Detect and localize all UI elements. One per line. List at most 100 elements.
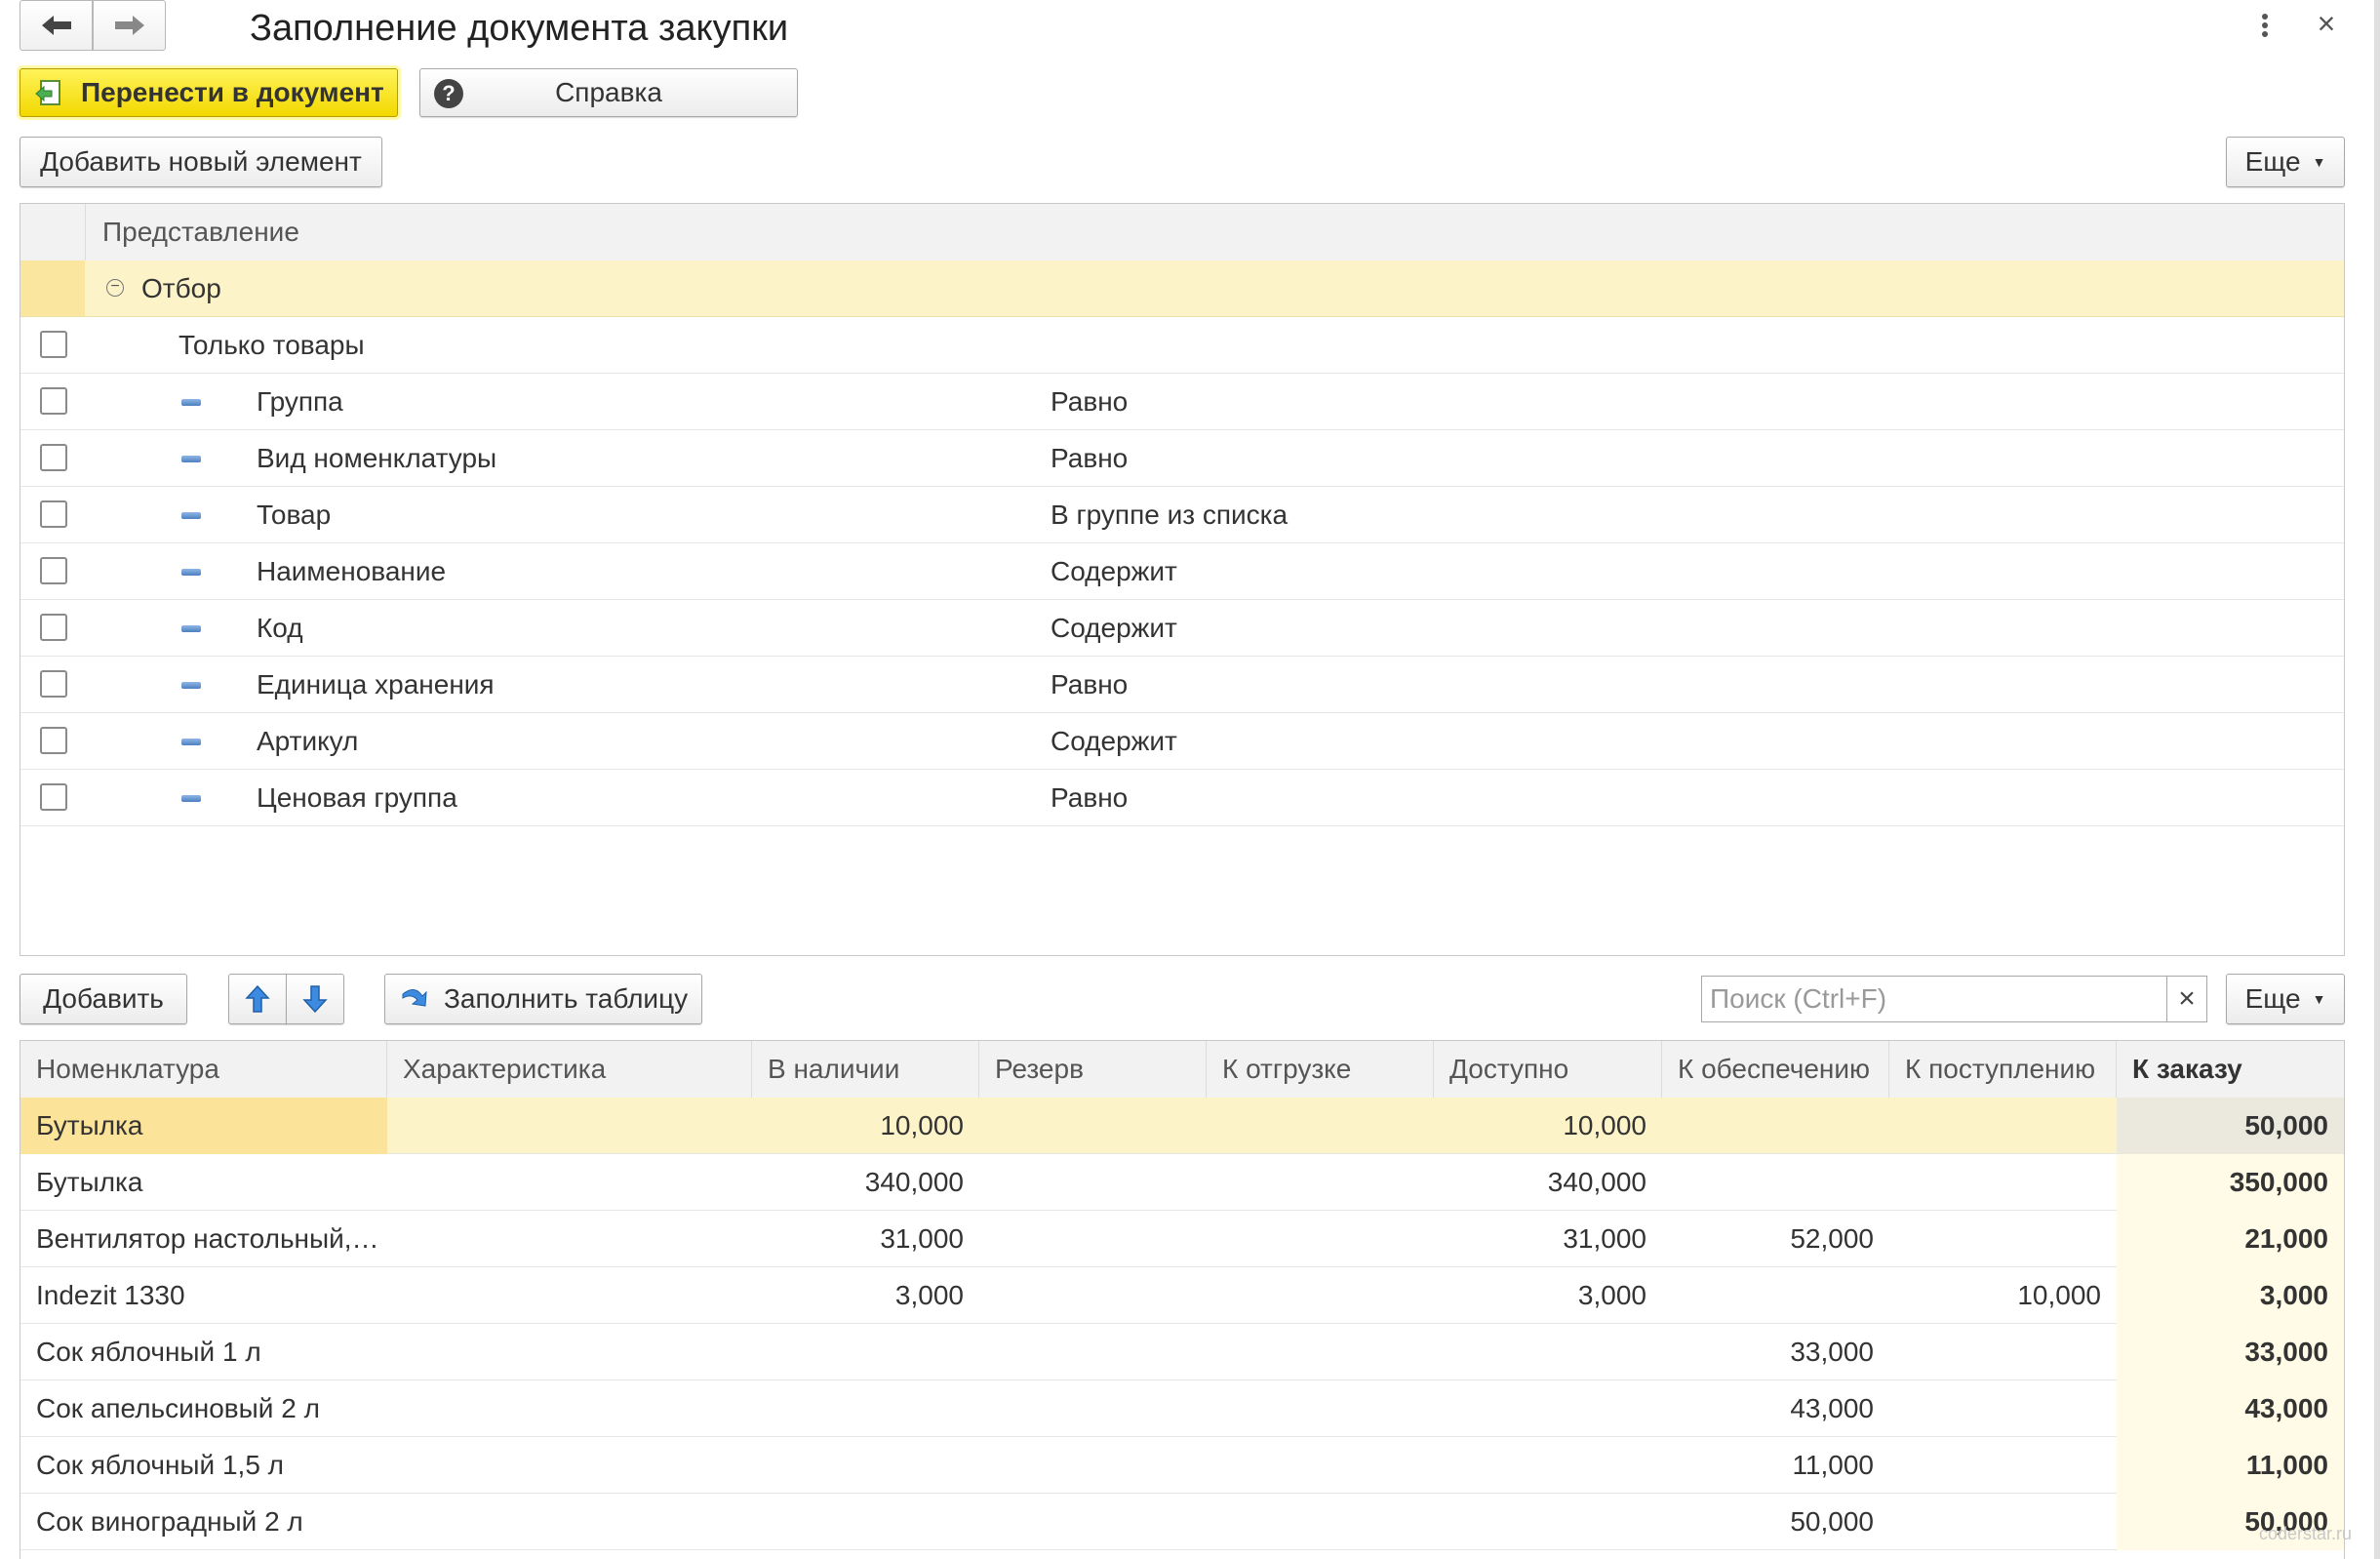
column-header[interactable]: К обеспечению bbox=[1662, 1041, 1889, 1098]
column-header[interactable]: Резерв bbox=[979, 1041, 1207, 1098]
cell-in-stock[interactable] bbox=[752, 1380, 979, 1437]
settings-row[interactable]: Ценовая группа Равно bbox=[20, 770, 2344, 826]
row-checkbox[interactable] bbox=[40, 331, 67, 358]
cell-available[interactable]: 340,000 bbox=[1434, 1154, 1662, 1211]
cell-to-ship[interactable] bbox=[1207, 1324, 1434, 1380]
row-checkbox[interactable] bbox=[40, 444, 67, 471]
settings-row[interactable]: Только товары bbox=[20, 317, 2344, 374]
cell-to-receive[interactable] bbox=[1889, 1154, 2117, 1211]
cell-in-stock[interactable] bbox=[752, 1324, 979, 1380]
row-checkbox[interactable] bbox=[40, 614, 67, 641]
cell-to-ship[interactable] bbox=[1207, 1211, 1434, 1267]
row-checkbox[interactable] bbox=[40, 783, 67, 811]
cell-characteristic[interactable] bbox=[387, 1211, 752, 1267]
cell-characteristic[interactable] bbox=[387, 1324, 752, 1380]
cell-to-ship[interactable] bbox=[1207, 1437, 1434, 1494]
cell-nomenclature[interactable]: Бутылка bbox=[20, 1154, 387, 1211]
column-header[interactable]: Доступно bbox=[1434, 1041, 1662, 1098]
settings-row[interactable]: Товар В группе из списка bbox=[20, 487, 2344, 543]
cell-characteristic[interactable] bbox=[387, 1437, 752, 1494]
cell-reserve[interactable] bbox=[979, 1380, 1207, 1437]
cell-to-receive[interactable]: 10,000 bbox=[1889, 1267, 2117, 1324]
table-row[interactable]: Бутылка 340,000 340,000 350,000 bbox=[20, 1154, 2344, 1211]
row-checkbox[interactable] bbox=[40, 387, 67, 415]
cell-nomenclature[interactable]: Бутылка bbox=[20, 1098, 387, 1154]
cell-to-order[interactable]: 33,000 bbox=[2117, 1324, 2344, 1380]
help-button[interactable]: ? Справка bbox=[419, 68, 798, 117]
cell-to-ship[interactable] bbox=[1207, 1494, 1434, 1550]
cell-to-receive[interactable] bbox=[1889, 1494, 2117, 1550]
cell-to-receive[interactable] bbox=[1889, 1324, 2117, 1380]
move-down-button[interactable] bbox=[286, 974, 344, 1024]
transfer-to-document-button[interactable]: Перенести в документ bbox=[20, 68, 398, 117]
cell-to-receive[interactable] bbox=[1889, 1211, 2117, 1267]
cell-to-secure[interactable]: 50,000 bbox=[1662, 1494, 1889, 1550]
cell-to-receive[interactable] bbox=[1889, 1380, 2117, 1437]
cell-to-ship[interactable] bbox=[1207, 1154, 1434, 1211]
settings-item-condition[interactable]: Содержит bbox=[1051, 600, 1177, 657]
cell-reserve[interactable] bbox=[979, 1324, 1207, 1380]
cell-in-stock[interactable]: 10,000 bbox=[752, 1098, 979, 1154]
cell-characteristic[interactable] bbox=[387, 1098, 752, 1154]
cell-to-secure[interactable] bbox=[1662, 1098, 1889, 1154]
cell-to-secure[interactable] bbox=[1662, 1154, 1889, 1211]
table-row[interactable]: Сок яблочный 1,5 л 11,000 11,000 bbox=[20, 1437, 2344, 1494]
row-checkbox[interactable] bbox=[40, 557, 67, 584]
settings-row[interactable]: Единица хранения Равно bbox=[20, 657, 2344, 713]
cell-to-order[interactable]: 11,000 bbox=[2117, 1437, 2344, 1494]
settings-item-condition[interactable]: Равно bbox=[1051, 770, 1128, 826]
cell-to-secure[interactable] bbox=[1662, 1267, 1889, 1324]
table-row[interactable]: Indezit 1330 3,000 3,000 10,000 3,000 bbox=[20, 1267, 2344, 1324]
cell-available[interactable] bbox=[1434, 1437, 1662, 1494]
settings-item-condition[interactable]: Равно bbox=[1051, 657, 1128, 713]
cell-in-stock[interactable]: 31,000 bbox=[752, 1211, 979, 1267]
settings-item-condition[interactable]: В группе из списка bbox=[1051, 487, 1288, 543]
cell-nomenclature[interactable]: Indezit 1330 bbox=[20, 1267, 387, 1324]
collapse-icon[interactable]: − bbox=[106, 279, 124, 297]
cell-characteristic[interactable] bbox=[387, 1380, 752, 1437]
search-clear-button[interactable]: × bbox=[2166, 976, 2207, 1022]
column-header[interactable]: Характеристика bbox=[387, 1041, 752, 1098]
cell-to-ship[interactable] bbox=[1207, 1380, 1434, 1437]
settings-row[interactable]: Группа Равно bbox=[20, 374, 2344, 430]
cell-to-order[interactable]: 43,000 bbox=[2117, 1380, 2344, 1437]
cell-characteristic[interactable] bbox=[387, 1267, 752, 1324]
cell-available[interactable] bbox=[1434, 1494, 1662, 1550]
settings-item-condition[interactable]: Равно bbox=[1051, 430, 1128, 487]
table-row[interactable]: Сок яблочный 1 л 33,000 33,000 bbox=[20, 1324, 2344, 1380]
column-header[interactable]: К отгрузке bbox=[1207, 1041, 1434, 1098]
row-checkbox[interactable] bbox=[40, 670, 67, 698]
search-input[interactable]: Поиск (Ctrl+F) bbox=[1701, 976, 2167, 1022]
settings-item-condition[interactable]: Равно bbox=[1051, 374, 1128, 430]
column-header[interactable]: Номенклатура bbox=[20, 1041, 387, 1098]
add-button[interactable]: Добавить bbox=[20, 974, 187, 1024]
cell-in-stock[interactable]: 340,000 bbox=[752, 1154, 979, 1211]
cell-to-ship[interactable] bbox=[1207, 1267, 1434, 1324]
cell-available[interactable] bbox=[1434, 1324, 1662, 1380]
cell-in-stock[interactable] bbox=[752, 1437, 979, 1494]
cell-reserve[interactable] bbox=[979, 1098, 1207, 1154]
column-header[interactable]: В наличии bbox=[752, 1041, 979, 1098]
column-header[interactable]: К поступлению bbox=[1889, 1041, 2117, 1098]
table-row[interactable]: Сок виноградный 2 л 50,000 50,000 bbox=[20, 1494, 2344, 1550]
filter-group-row[interactable]: − Отбор bbox=[20, 260, 2344, 317]
back-button[interactable] bbox=[20, 0, 93, 51]
cell-to-secure[interactable]: 33,000 bbox=[1662, 1324, 1889, 1380]
cell-nomenclature[interactable]: Вентилятор настольный,… bbox=[20, 1211, 387, 1267]
row-checkbox[interactable] bbox=[40, 727, 67, 754]
menu-dots-icon[interactable] bbox=[2258, 12, 2272, 41]
cell-to-secure[interactable]: 43,000 bbox=[1662, 1380, 1889, 1437]
forward-button[interactable] bbox=[93, 0, 166, 51]
close-icon[interactable]: × bbox=[2312, 6, 2341, 41]
column-header[interactable]: К заказу bbox=[2117, 1041, 2344, 1098]
cell-to-secure[interactable]: 11,000 bbox=[1662, 1437, 1889, 1494]
cell-reserve[interactable] bbox=[979, 1154, 1207, 1211]
cell-in-stock[interactable] bbox=[752, 1494, 979, 1550]
cell-to-order[interactable]: 50,000 bbox=[2117, 1098, 2344, 1154]
cell-in-stock[interactable]: 3,000 bbox=[752, 1267, 979, 1324]
cell-to-order[interactable]: 350,000 bbox=[2117, 1154, 2344, 1211]
cell-nomenclature[interactable]: Сок яблочный 1,5 л bbox=[20, 1437, 387, 1494]
cell-available[interactable] bbox=[1434, 1380, 1662, 1437]
cell-characteristic[interactable] bbox=[387, 1154, 752, 1211]
row-checkbox[interactable] bbox=[40, 500, 67, 528]
